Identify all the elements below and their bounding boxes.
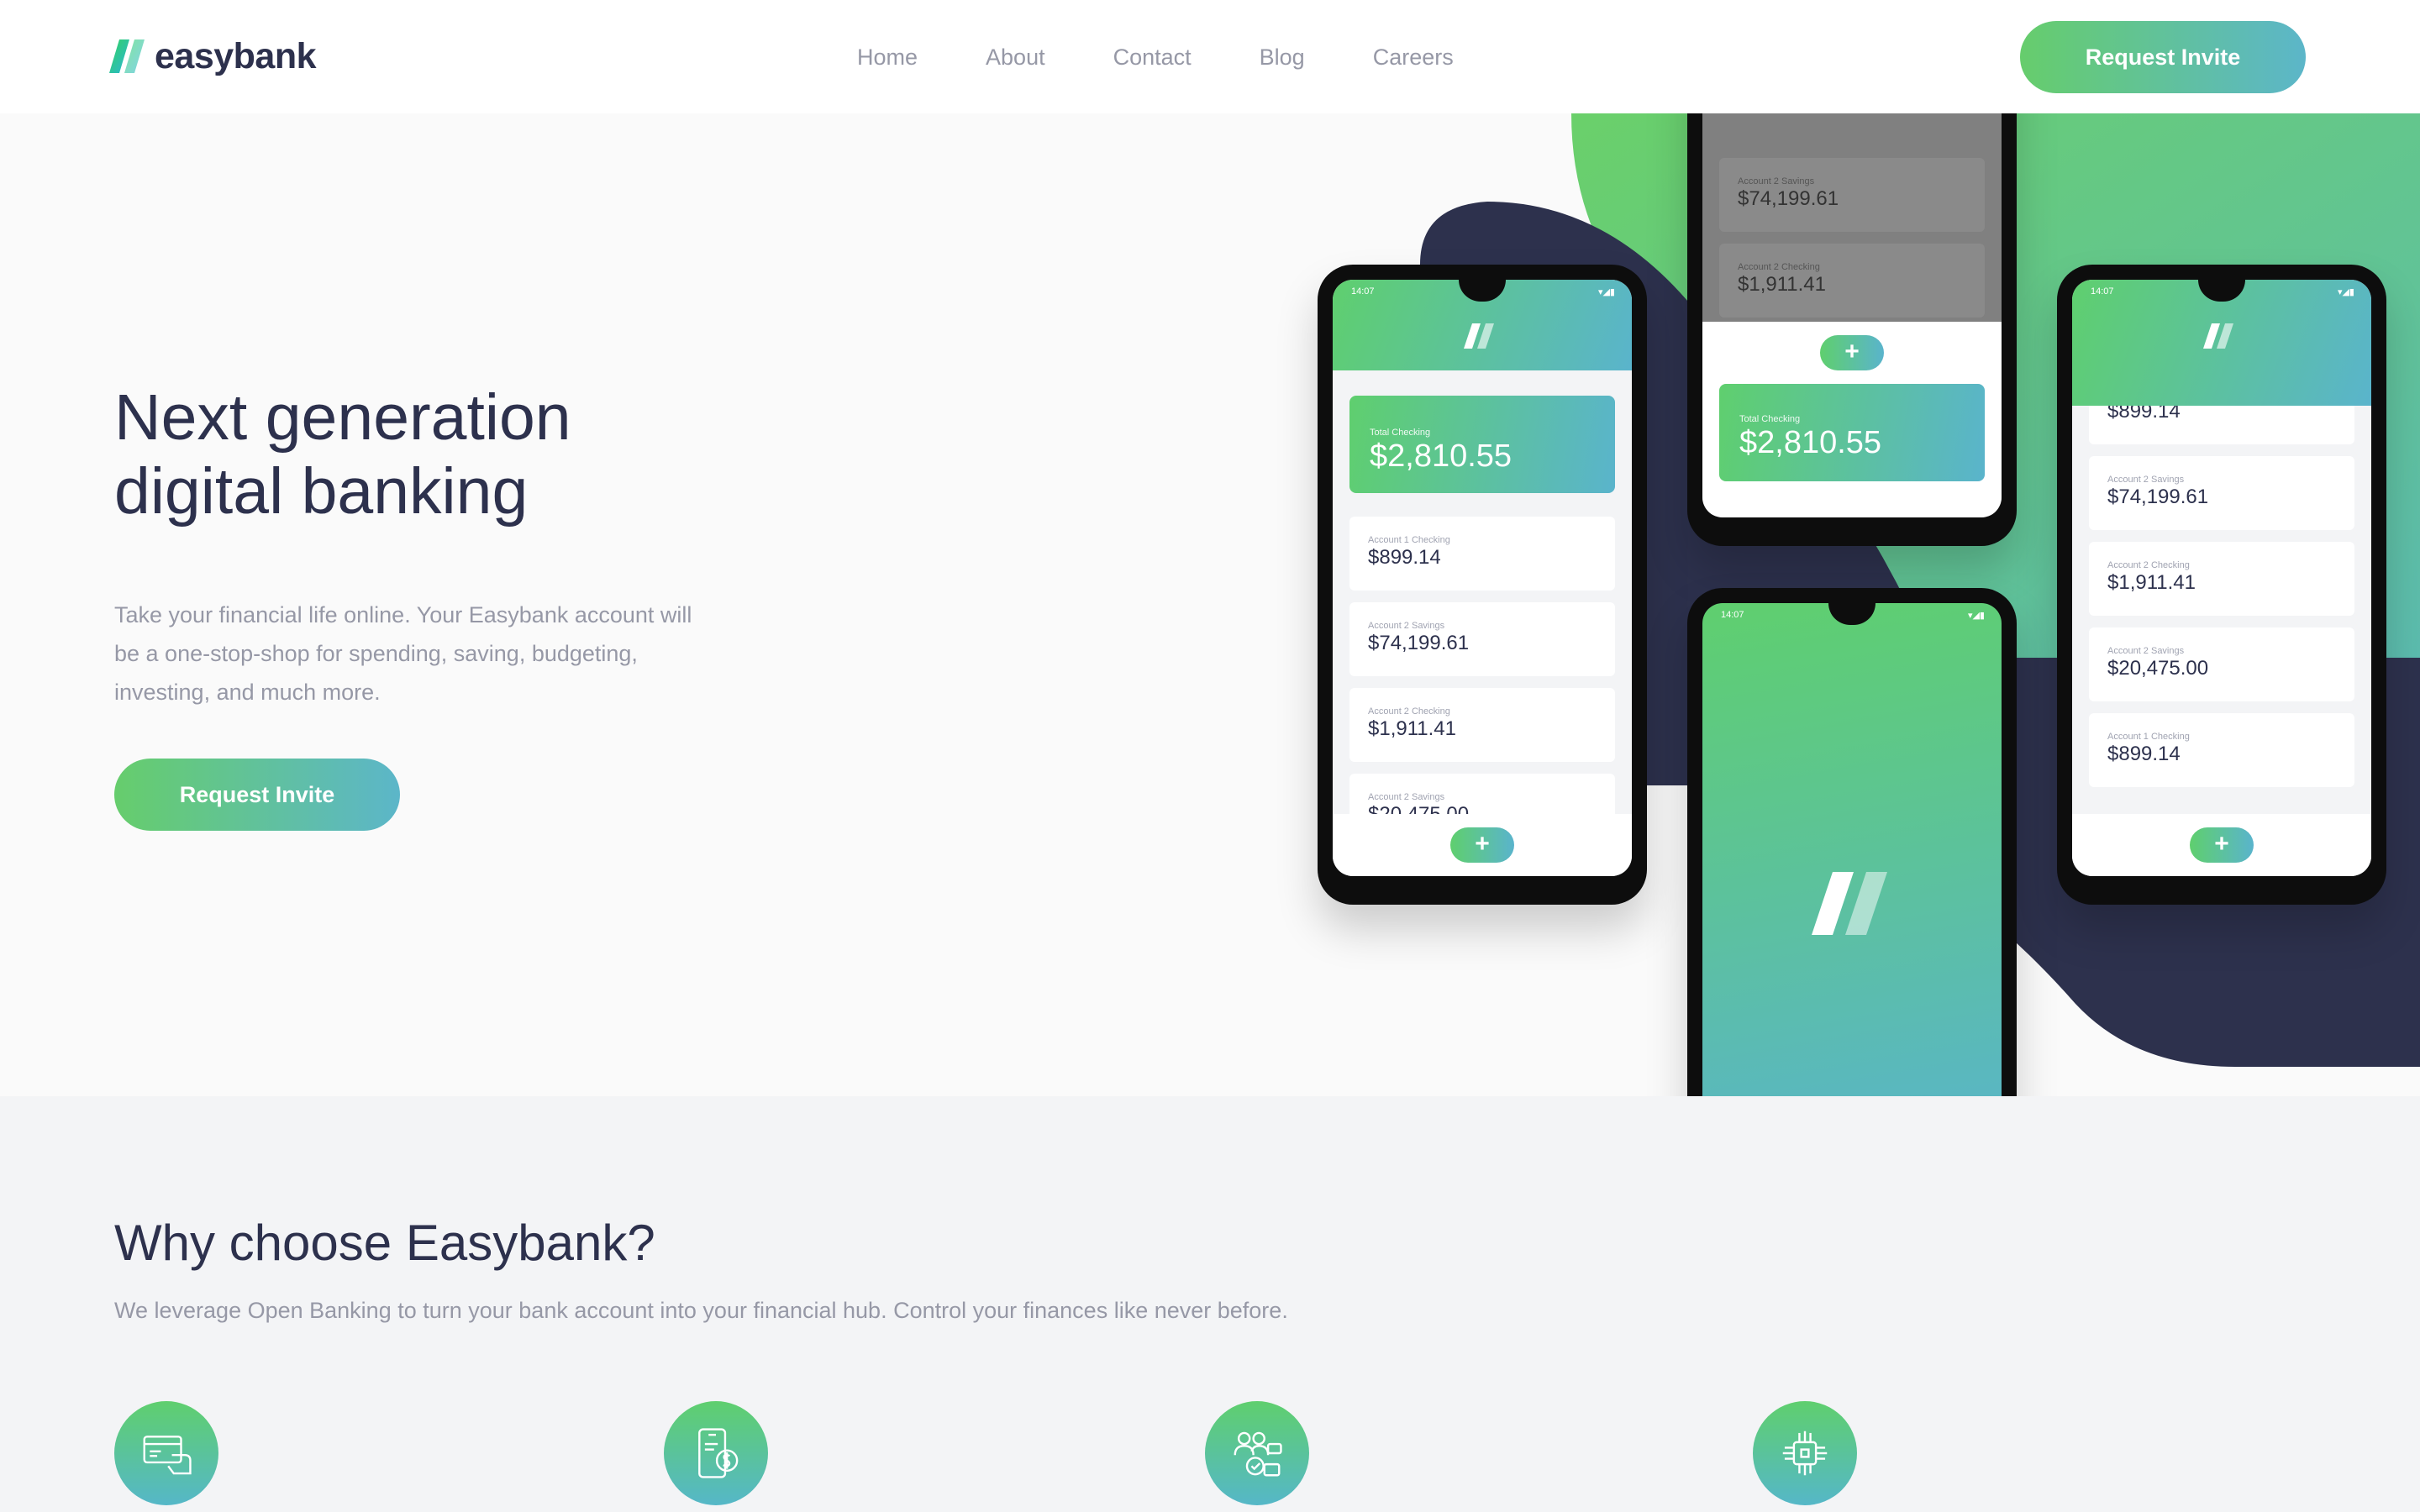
phone-bottom-bar: + xyxy=(1333,814,1632,876)
account-row: Account 2 Savings$20,475.00 xyxy=(2089,627,2354,701)
phone-app-header: 14:07 ▾◢▮ xyxy=(2072,280,2371,406)
account-label: Account 2 Savings xyxy=(1368,792,1445,802)
account-value: $20,475.00 xyxy=(2107,657,2209,680)
phone-mockup-top: Account 2 Savings $74,199.61 Account 2 Ch… xyxy=(1687,113,2017,546)
phone-mockup-left: 14:07 ▾◢▮ Total Checking $2,810.55 Accou… xyxy=(1318,265,1647,905)
hero-description: Take your financial life online. Your Ea… xyxy=(114,602,692,705)
brand-name: easybank xyxy=(155,35,317,76)
app-logo-icon xyxy=(2203,323,2233,349)
account-row: Account 2 Savings $74,199.61 xyxy=(2089,456,2354,530)
total-value: $2,810.55 xyxy=(1739,425,1882,460)
features-title: Why choose Easybank? xyxy=(114,1215,655,1271)
add-icon: + xyxy=(1450,827,1514,863)
total-label: Total Checking xyxy=(1370,428,1431,438)
account-row: Account 1 Checking$899.14 xyxy=(2089,713,2354,787)
add-icon: + xyxy=(2190,827,2254,863)
account-row: Account 2 Checking $1,911.41 xyxy=(1349,688,1615,762)
hero-request-invite-button[interactable]: Request Invite xyxy=(114,759,400,831)
status-icons: ▾◢▮ xyxy=(2337,287,2354,297)
header-request-invite-button[interactable]: Request Invite xyxy=(2020,21,2306,93)
status-time: 14:07 xyxy=(2091,286,2114,297)
open-api-icon xyxy=(1753,1401,1857,1505)
nav-link-blog[interactable]: Blog xyxy=(1260,39,1305,76)
add-icon: + xyxy=(1820,335,1884,370)
phone-screen: 14:07 ▾◢▮ xyxy=(1702,603,2002,1096)
account-value: $1,911.41 xyxy=(1368,717,1456,740)
site-header: easybank Home About Contact Blog Careers… xyxy=(0,0,2420,113)
account-value: $74,199.61 xyxy=(1738,187,1839,210)
phone-screen: 14:07 ▾◢▮ Account 1 Checking$899.14 Acco… xyxy=(2072,280,2371,876)
nav-link-contact[interactable]: Contact xyxy=(1113,39,1192,76)
status-icons: ▾◢▮ xyxy=(1967,611,1985,621)
account-row: Account 2 Savings $74,199.61 xyxy=(1719,158,1985,232)
nav-link-home[interactable]: Home xyxy=(857,39,918,76)
main-nav: Home About Contact Blog Careers xyxy=(857,39,1522,76)
nav-link-careers[interactable]: Careers xyxy=(1373,39,1454,76)
account-value: $1,911.41 xyxy=(2107,571,2196,594)
app-logo-icon xyxy=(1464,323,1494,349)
account-label: Account 2 Savings xyxy=(2107,475,2185,485)
phone-screen: Account 2 Savings $74,199.61 Account 2 Ch… xyxy=(1702,113,2002,517)
fast-onboarding-icon xyxy=(1205,1401,1309,1505)
logo-mark-icon xyxy=(109,39,145,73)
total-checking-card: Total Checking $2,810.55 xyxy=(1349,396,1615,493)
app-logo-icon xyxy=(1812,872,1887,935)
account-label: Account 2 Checking xyxy=(1738,262,1820,272)
account-label: Account 2 Savings xyxy=(1368,621,1445,631)
total-checking-card: Total Checking $2,810.55 xyxy=(1719,384,1985,481)
account-label: Account 2 Savings xyxy=(2107,646,2185,656)
phone-screen: 14:07 ▾◢▮ Total Checking $2,810.55 Accou… xyxy=(1333,280,1632,876)
status-time: 14:07 xyxy=(1351,286,1375,297)
status-icons: ▾◢▮ xyxy=(1597,287,1615,297)
account-list: Account 1 Checking$899.14 Account 2 Savi… xyxy=(2072,370,2371,787)
hero-section: Next generation digital banking Take you… xyxy=(0,113,2420,1096)
account-value: $899.14 xyxy=(2107,743,2181,765)
brand-logo[interactable]: easybank xyxy=(109,35,317,76)
account-row: Account 2 Checking $1,911.41 xyxy=(1719,244,1985,318)
status-time: 14:07 xyxy=(1721,610,1744,620)
account-row: Account 1 Checking$899.14 xyxy=(1349,517,1615,591)
simple-budgeting-icon xyxy=(664,1401,768,1505)
account-row: Account 2 Checking $1,911.41 xyxy=(2089,542,2354,616)
account-value: $74,199.61 xyxy=(1368,632,1470,654)
account-value: $74,199.61 xyxy=(2107,486,2209,508)
total-label: Total Checking xyxy=(1739,414,1801,424)
account-label: Account 2 Checking xyxy=(2107,560,2190,570)
account-value: $899.14 xyxy=(1368,546,1441,569)
account-label: Account 1 Checking xyxy=(2107,732,2190,742)
account-value: $1,911.41 xyxy=(1738,273,1826,296)
hero-title: Next generation digital banking xyxy=(114,381,571,528)
phone-mockup-right: 14:07 ▾◢▮ Account 1 Checking$899.14 Acco… xyxy=(2057,265,2386,905)
nav-link-about[interactable]: About xyxy=(986,39,1045,76)
phone-bottom-bar: + xyxy=(2072,814,2371,876)
online-banking-icon xyxy=(114,1401,218,1505)
phone-notch xyxy=(2198,280,2245,302)
phone-notch xyxy=(1828,603,1876,625)
features-section: Why choose Easybank? We leverage Open Ba… xyxy=(0,1096,2420,1512)
features-description: We leverage Open Banking to turn your ba… xyxy=(114,1298,1288,1323)
phone-bottom-sheet: + Total Checking $2,810.55 xyxy=(1702,322,2002,517)
account-label: Account 2 Checking xyxy=(1368,706,1450,717)
phone-notch xyxy=(1459,280,1506,302)
phone-app-header: 14:07 ▾◢▮ xyxy=(1333,280,1632,370)
total-value: $2,810.55 xyxy=(1370,438,1512,474)
account-label: Account 2 Savings xyxy=(1738,176,1815,186)
phone-mockup-splash: 14:07 ▾◢▮ xyxy=(1687,588,2017,1096)
account-row: Account 2 Savings $74,199.61 xyxy=(1349,602,1615,676)
account-label: Account 1 Checking xyxy=(1368,535,1450,545)
